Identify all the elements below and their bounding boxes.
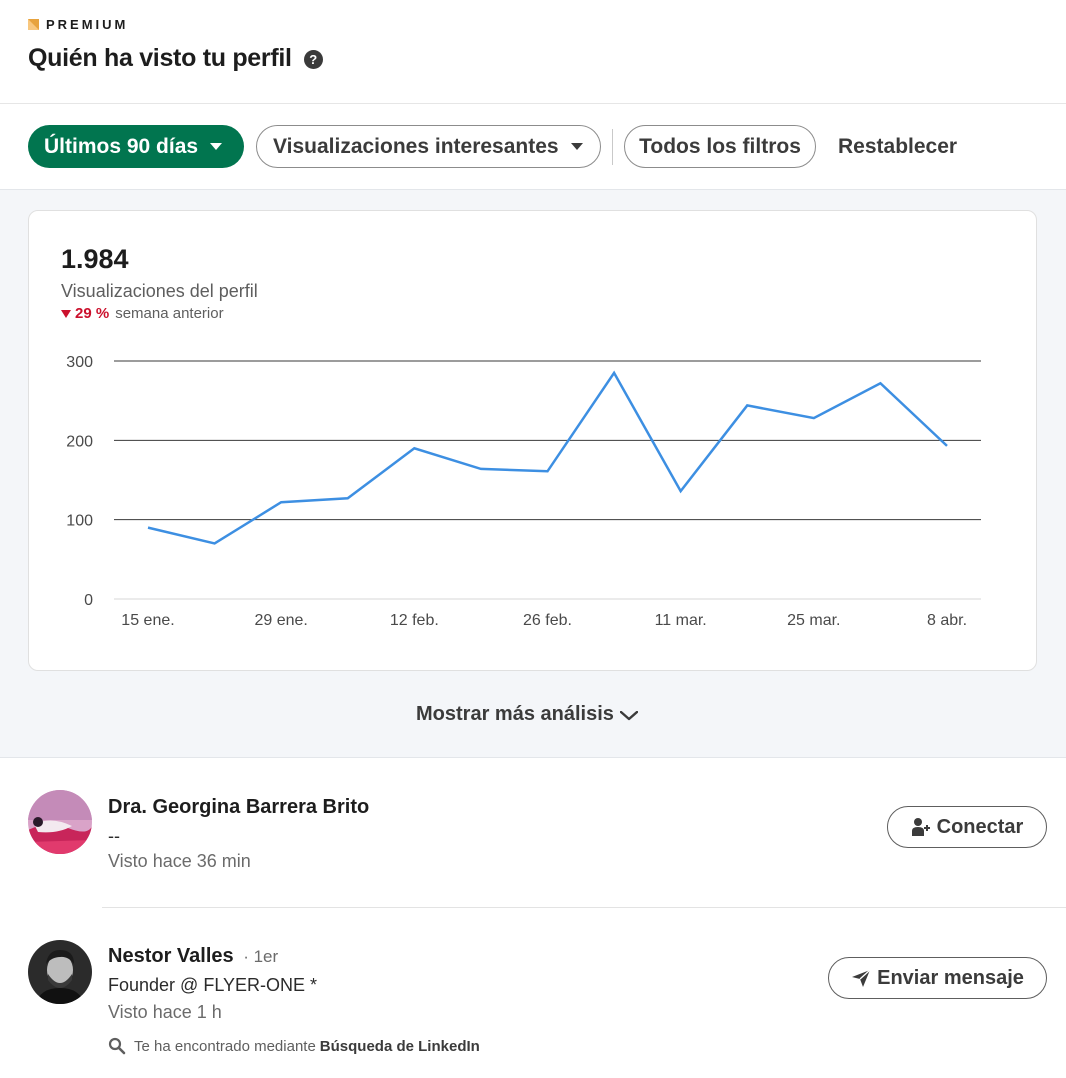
data-point[interactable] [941,440,953,452]
chevron-down-icon [619,710,638,720]
x-tick-label: 26 feb. [523,612,572,629]
add-person-icon [911,817,931,837]
search-icon [108,1037,126,1055]
connection-degree: · 1er [243,947,279,966]
data-point[interactable] [408,442,420,454]
y-tick-label: 200 [66,433,93,450]
connect-label: Conectar [936,815,1024,838]
x-tick-label: 12 feb. [390,612,439,629]
x-tick-label: 15 ene. [121,612,174,629]
send-message-button[interactable]: Enviar mensaje [828,957,1047,999]
series-line [147,370,948,545]
y-tick-label: 300 [66,354,93,371]
filter-bar: Últimos 90 días Visualizaciones interesa… [0,104,1066,190]
viewer-headline: Founder @ FLYER-ONE * [108,975,318,995]
viewed-time: Visto hace 36 min [108,851,251,871]
views-filter-label: Visualizaciones interesantes [273,134,559,158]
data-point[interactable] [475,463,487,475]
data-point[interactable] [874,377,886,389]
all-filters-button[interactable]: Todos los filtros [624,125,816,168]
premium-logo-icon [28,19,39,30]
found-source: Búsqueda de LinkedIn [319,1037,480,1055]
date-range-filter-button[interactable]: Últimos 90 días [28,125,244,168]
data-point[interactable] [608,367,620,379]
avatar[interactable] [28,940,92,1004]
page-title: Quién ha visto tu perfil [28,44,292,72]
viewed-time: Visto hace 1 h [108,1002,222,1022]
caret-down-icon [570,143,583,150]
send-icon [851,968,871,988]
data-point[interactable] [808,412,820,424]
data-point[interactable] [209,537,221,549]
views-filter-button[interactable]: Visualizaciones interesantes [256,125,601,168]
viewer-name[interactable]: Nestor Valles · 1er [108,945,278,968]
premium-badge: PREMIUM [28,17,128,32]
x-tick-label: 25 mar. [787,612,840,629]
viewer-name-text[interactable]: Nestor Valles [108,945,234,967]
page-header: PREMIUM Quién ha visto tu perfil ? [0,0,1066,104]
connect-button[interactable]: Conectar [887,806,1047,848]
data-point[interactable] [275,496,287,508]
analytics-section: 1.984 Visualizaciones del perfil 29 % se… [0,190,1066,758]
date-range-label: Últimos 90 días [44,134,199,158]
viewer-name[interactable]: Dra. Georgina Barrera Brito [108,796,369,819]
found-via: Te ha encontrado mediante Búsqueda de Li… [108,1037,480,1055]
show-more-label: Mostrar más análisis [416,703,614,725]
data-point[interactable] [741,399,753,411]
viewer-list-item[interactable]: Nestor Valles · 1er Founder @ FLYER-ONE … [0,908,1066,1078]
y-tick-label: 0 [84,592,93,609]
data-point[interactable] [342,492,354,504]
viewer-list-item[interactable]: Dra. Georgina Barrera Brito -- Visto hac… [0,758,1066,908]
y-tick-label: 100 [66,513,93,530]
x-tick-label: 29 ene. [254,612,307,629]
data-point[interactable] [142,522,154,534]
help-icon[interactable]: ? [303,50,323,69]
premium-label: PREMIUM [46,17,129,32]
x-tick-label: 8 abr. [927,612,967,629]
show-more-analytics-button[interactable]: Mostrar más análisis [416,703,638,726]
data-point[interactable] [542,465,554,477]
send-message-label: Enviar mensaje [877,966,1024,989]
filter-divider [612,129,613,165]
reset-button[interactable]: Restablecer [838,135,957,159]
avatar[interactable] [28,790,92,854]
viewer-headline: -- [108,826,120,846]
found-prefix: Te ha encontrado mediante [134,1037,316,1055]
all-filters-label: Todos los filtros [639,134,801,158]
caret-down-icon [210,143,223,150]
profile-views-card: 1.984 Visualizaciones del perfil 29 % se… [28,210,1037,671]
data-point[interactable] [675,485,687,497]
x-tick-label: 11 mar. [655,612,707,629]
profile-views-chart[interactable]: 0 100 200 300 15 ene. 29 ene. 12 feb. 26 feb. 11… [29,211,1036,670]
